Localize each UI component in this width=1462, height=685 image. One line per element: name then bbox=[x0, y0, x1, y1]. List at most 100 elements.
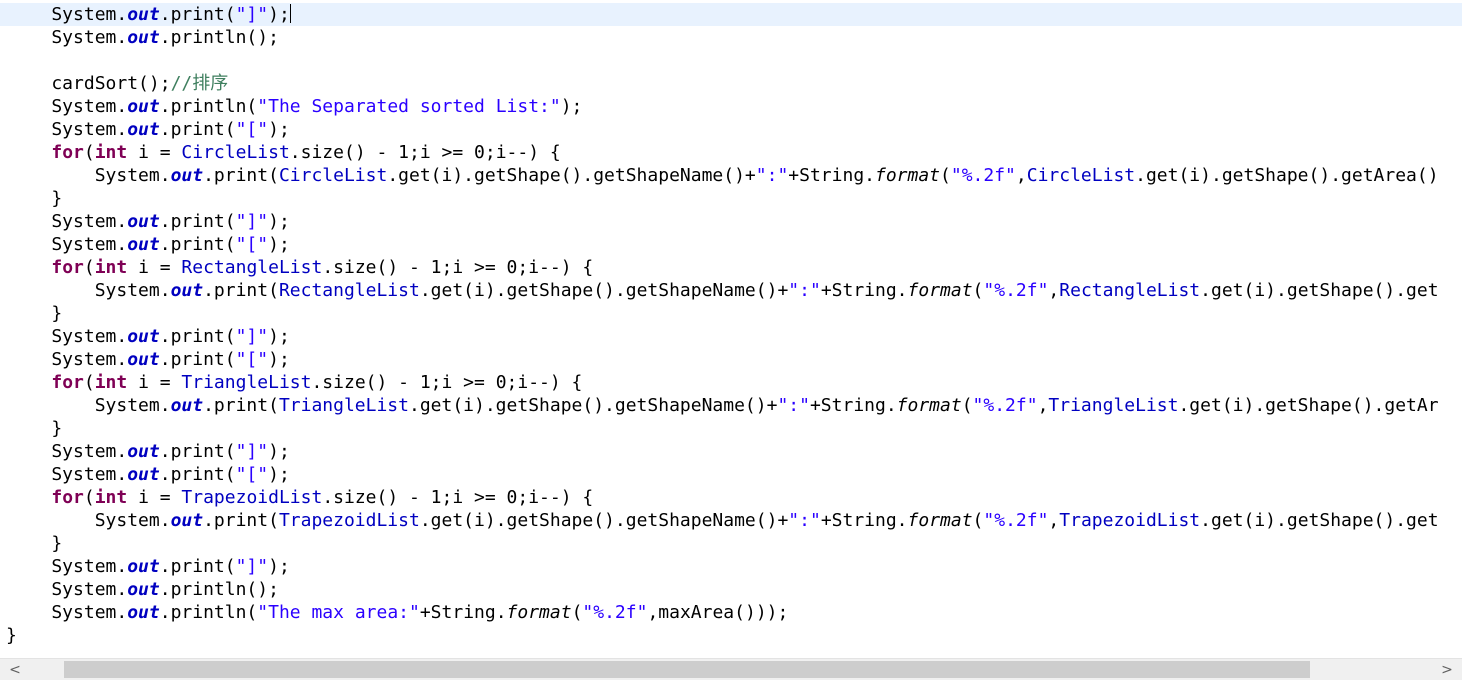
code-line[interactable]: System.out.print(TriangleList.get(i).get… bbox=[8, 394, 1439, 417]
class-field: TrapezoidList bbox=[181, 487, 323, 508]
static-field: out bbox=[127, 441, 160, 462]
code-line[interactable]: System.out.print(RectangleList.get(i).ge… bbox=[8, 279, 1439, 302]
code-text: .print( bbox=[159, 119, 236, 140]
code-text: System. bbox=[8, 395, 171, 416]
code-text: System. bbox=[8, 602, 128, 623]
code-line[interactable]: System.out.print("]"); bbox=[8, 325, 289, 348]
chevron-right-icon[interactable]: > bbox=[1436, 659, 1458, 681]
static-method: format bbox=[896, 395, 962, 416]
code-text: i = bbox=[127, 142, 182, 163]
code-text: ,maxArea())); bbox=[647, 602, 789, 623]
string-literal: ":" bbox=[788, 280, 821, 301]
static-field: out bbox=[127, 349, 160, 370]
code-text: System. bbox=[8, 349, 128, 370]
code-text: ); bbox=[268, 349, 290, 370]
class-field: RectangleList bbox=[181, 257, 323, 278]
code-text: System. bbox=[8, 464, 128, 485]
code-text: ( bbox=[83, 257, 95, 278]
code-line[interactable]: } bbox=[8, 302, 62, 325]
static-field: out bbox=[170, 395, 204, 416]
code-text: .get(i).getShape().getShapeName()+ bbox=[419, 280, 789, 301]
keyword: for bbox=[51, 142, 84, 163]
string-literal: "The max area:" bbox=[257, 602, 420, 623]
code-text: ); bbox=[268, 556, 290, 577]
code-text: System. bbox=[8, 4, 128, 25]
code-line[interactable]: System.out.print(CircleList.get(i).getSh… bbox=[8, 164, 1439, 187]
code-line[interactable]: for(int i = TriangleList.size() - 1;i >=… bbox=[8, 371, 582, 394]
code-text: .print( bbox=[159, 234, 236, 255]
code-line[interactable]: System.out.print("["); bbox=[8, 233, 289, 256]
code-text: .print( bbox=[159, 556, 236, 577]
scrollbar-thumb[interactable] bbox=[64, 661, 1310, 678]
code-text: ); bbox=[268, 211, 290, 232]
keyword: int bbox=[94, 142, 128, 163]
static-field: out bbox=[127, 579, 160, 600]
code-line[interactable]: System.out.print("["); bbox=[8, 118, 289, 141]
static-method: format bbox=[875, 165, 941, 186]
code-line[interactable]: System.out.println("The Separated sorted… bbox=[8, 95, 582, 118]
static-method: format bbox=[907, 280, 973, 301]
class-field: RectangleList bbox=[278, 280, 420, 301]
code-text: .size() - 1;i >= 0;i--) { bbox=[311, 372, 583, 393]
string-literal: "]" bbox=[235, 441, 269, 462]
class-field: TriangleList bbox=[181, 372, 312, 393]
code-text: .println(); bbox=[159, 27, 279, 48]
class-field: TrapezoidList bbox=[1059, 510, 1201, 531]
code-text: .print( bbox=[203, 395, 279, 416]
code-line[interactable]: System.out.println("The max area:"+Strin… bbox=[8, 601, 788, 624]
code-text: System. bbox=[8, 510, 171, 531]
code-line[interactable]: System.out.print("]"); bbox=[8, 555, 290, 578]
code-line[interactable]: for(int i = CircleList.size() - 1;i >= 0… bbox=[8, 141, 561, 164]
comment: //排序 bbox=[170, 73, 229, 94]
code-text: ( bbox=[940, 165, 951, 186]
code-line[interactable]: System.out.print("]"); bbox=[0, 3, 1462, 26]
code-line[interactable]: for(int i = RectangleList.size() - 1;i >… bbox=[8, 256, 593, 279]
static-field: out bbox=[127, 556, 160, 577]
static-field: out bbox=[170, 165, 204, 186]
code-text: System. bbox=[8, 165, 171, 186]
string-literal: "[" bbox=[235, 119, 269, 140]
code-text: .println( bbox=[159, 96, 258, 117]
class-field: TriangleList bbox=[1048, 395, 1179, 416]
horizontal-scrollbar[interactable]: < > bbox=[0, 658, 1462, 681]
chevron-left-icon[interactable]: < bbox=[4, 659, 26, 681]
static-field: out bbox=[127, 464, 160, 485]
string-literal: "%.2f" bbox=[950, 165, 1016, 186]
code-text: System. bbox=[8, 280, 171, 301]
code-text: .print( bbox=[159, 464, 236, 485]
code-line[interactable]: System.out.println(); bbox=[8, 578, 279, 601]
class-field: CircleList bbox=[1026, 165, 1136, 186]
code-text: , bbox=[1015, 165, 1027, 186]
code-text: ); bbox=[560, 96, 583, 117]
code-line[interactable]: System.out.print(TrapezoidList.get(i).ge… bbox=[8, 509, 1439, 532]
string-literal: "]" bbox=[235, 211, 269, 232]
code-line[interactable]: for(int i = TrapezoidList.size() - 1;i >… bbox=[8, 486, 593, 509]
code-line[interactable]: System.out.println(); bbox=[8, 26, 279, 49]
code-text: ( bbox=[571, 602, 583, 623]
code-text: System. bbox=[8, 579, 128, 600]
code-text: i = bbox=[127, 372, 182, 393]
code-line[interactable]: System.out.print("]"); bbox=[8, 210, 290, 233]
class-field: CircleList bbox=[278, 165, 388, 186]
code-text: i = bbox=[127, 257, 182, 278]
code-editor[interactable]: System.out.print("]"); System.out.printl… bbox=[0, 0, 1462, 658]
static-field: out bbox=[127, 119, 160, 140]
code-text: } bbox=[8, 418, 63, 439]
code-line[interactable]: } bbox=[8, 417, 62, 440]
code-line[interactable]: System.out.print("["); bbox=[8, 463, 289, 486]
code-text: .get(i).getShape().get bbox=[1200, 510, 1439, 531]
code-line[interactable]: } bbox=[6, 624, 17, 647]
code-line[interactable]: System.out.print("]"); bbox=[8, 440, 289, 463]
code-line[interactable]: cardSort();//排序 bbox=[8, 72, 228, 95]
code-text: System. bbox=[8, 211, 128, 232]
code-text: .get(i).getShape().getArea() bbox=[1135, 165, 1439, 186]
code-line[interactable]: } bbox=[8, 532, 62, 555]
code-text: System. bbox=[8, 119, 128, 140]
static-field: out bbox=[170, 510, 204, 531]
code-text: .print( bbox=[203, 165, 279, 186]
code-text: .size() - 1;i >= 0;i--) { bbox=[289, 142, 561, 163]
code-text: .print( bbox=[159, 4, 236, 25]
code-line[interactable]: System.out.print("["); bbox=[8, 348, 290, 371]
code-line[interactable]: } bbox=[8, 187, 62, 210]
